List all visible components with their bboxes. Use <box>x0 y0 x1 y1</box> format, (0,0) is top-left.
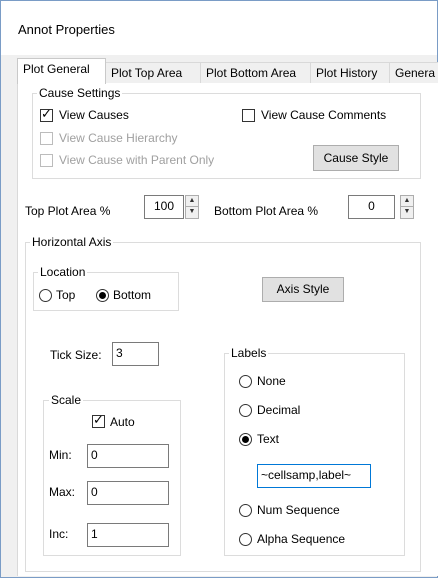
cause-settings-title: Cause Settings <box>37 86 123 100</box>
view-causes-label: View Causes <box>59 108 129 122</box>
scale-auto-label: Auto <box>110 415 135 429</box>
tab-plot-bottom-area[interactable]: Plot Bottom Area <box>200 62 311 83</box>
scale-min-label: Min: <box>49 448 72 462</box>
label-text-label: Text <box>257 432 280 446</box>
scale-inc-label: Inc: <box>49 527 69 541</box>
axis-style-button[interactable]: Axis Style <box>262 277 344 302</box>
top-plot-area-label: Top Plot Area % <box>25 204 111 218</box>
view-causes-checkbox[interactable]: ✓ <box>40 106 53 122</box>
tab-general[interactable]: Genera <box>389 62 438 83</box>
radio-selected-dot <box>99 292 106 299</box>
location-bottom-radio[interactable] <box>96 289 109 302</box>
label-none-label: None <box>257 374 286 388</box>
scale-min-input[interactable]: 0 <box>87 444 169 468</box>
top-plot-area-input[interactable]: 100 <box>144 195 184 219</box>
label-num-sequence-radio[interactable] <box>239 504 252 517</box>
bottom-plot-area-spinner[interactable]: ▲ ▼ <box>400 195 414 219</box>
tick-size-input[interactable]: 3 <box>112 342 159 366</box>
horizontal-axis-title: Horizontal Axis <box>30 235 114 249</box>
tab-content-pane: Cause Settings ✓ View Causes View Cause … <box>17 83 438 576</box>
tab-plot-top-area[interactable]: Plot Top Area <box>105 62 201 83</box>
window-title: Annot Properties <box>18 22 115 37</box>
scale-max-label: Max: <box>49 485 76 499</box>
label-decimal-label: Decimal <box>257 403 301 417</box>
location-top-label: Top <box>56 288 76 302</box>
radio-selected-dot <box>242 436 249 443</box>
label-num-sequence-label: Num Sequence <box>257 503 340 517</box>
label-decimal-radio[interactable] <box>239 404 252 417</box>
view-cause-hierarchy-checkbox[interactable] <box>40 132 53 145</box>
check-icon: ✓ <box>41 106 52 121</box>
check-icon: ✓ <box>93 412 104 427</box>
scale-max-input[interactable]: 0 <box>87 481 169 505</box>
spin-down-icon[interactable]: ▼ <box>401 207 413 218</box>
labels-title: Labels <box>229 346 269 360</box>
view-cause-hierarchy-label: View Cause Hierarchy <box>59 131 178 145</box>
location-bottom-label: Bottom <box>113 288 152 302</box>
title-bar: Annot Properties <box>1 1 437 55</box>
spin-down-icon[interactable]: ▼ <box>186 207 198 218</box>
tab-plot-history[interactable]: Plot History <box>310 62 390 83</box>
location-top-radio[interactable] <box>39 289 52 302</box>
spin-up-icon[interactable]: ▲ <box>186 196 198 207</box>
label-text-radio[interactable] <box>239 433 252 446</box>
scale-inc-input[interactable]: 1 <box>87 523 169 547</box>
tab-plot-general[interactable]: Plot General <box>17 58 106 84</box>
label-alpha-sequence-label: Alpha Sequence <box>257 532 346 546</box>
spin-up-icon[interactable]: ▲ <box>401 196 413 207</box>
view-cause-parent-only-label: View Cause with Parent Only <box>59 153 215 167</box>
view-cause-comments-checkbox[interactable] <box>242 109 255 122</box>
view-cause-parent-only-checkbox[interactable] <box>40 154 53 167</box>
top-plot-area-spinner[interactable]: ▲ ▼ <box>185 195 199 219</box>
cause-style-button[interactable]: Cause Style <box>313 145 399 171</box>
scale-auto-checkbox[interactable]: ✓ <box>92 412 105 428</box>
scale-title: Scale <box>49 393 84 407</box>
tick-size-label: Tick Size: <box>50 348 102 362</box>
bottom-plot-area-label: Bottom Plot Area % <box>214 204 319 218</box>
location-title: Location <box>38 265 88 279</box>
label-alpha-sequence-radio[interactable] <box>239 533 252 546</box>
view-cause-comments-label: View Cause Comments <box>261 108 387 122</box>
label-none-radio[interactable] <box>239 375 252 388</box>
label-text-input[interactable]: ~cellsamp,label~ <box>257 464 371 488</box>
bottom-plot-area-input[interactable]: 0 <box>348 195 395 219</box>
